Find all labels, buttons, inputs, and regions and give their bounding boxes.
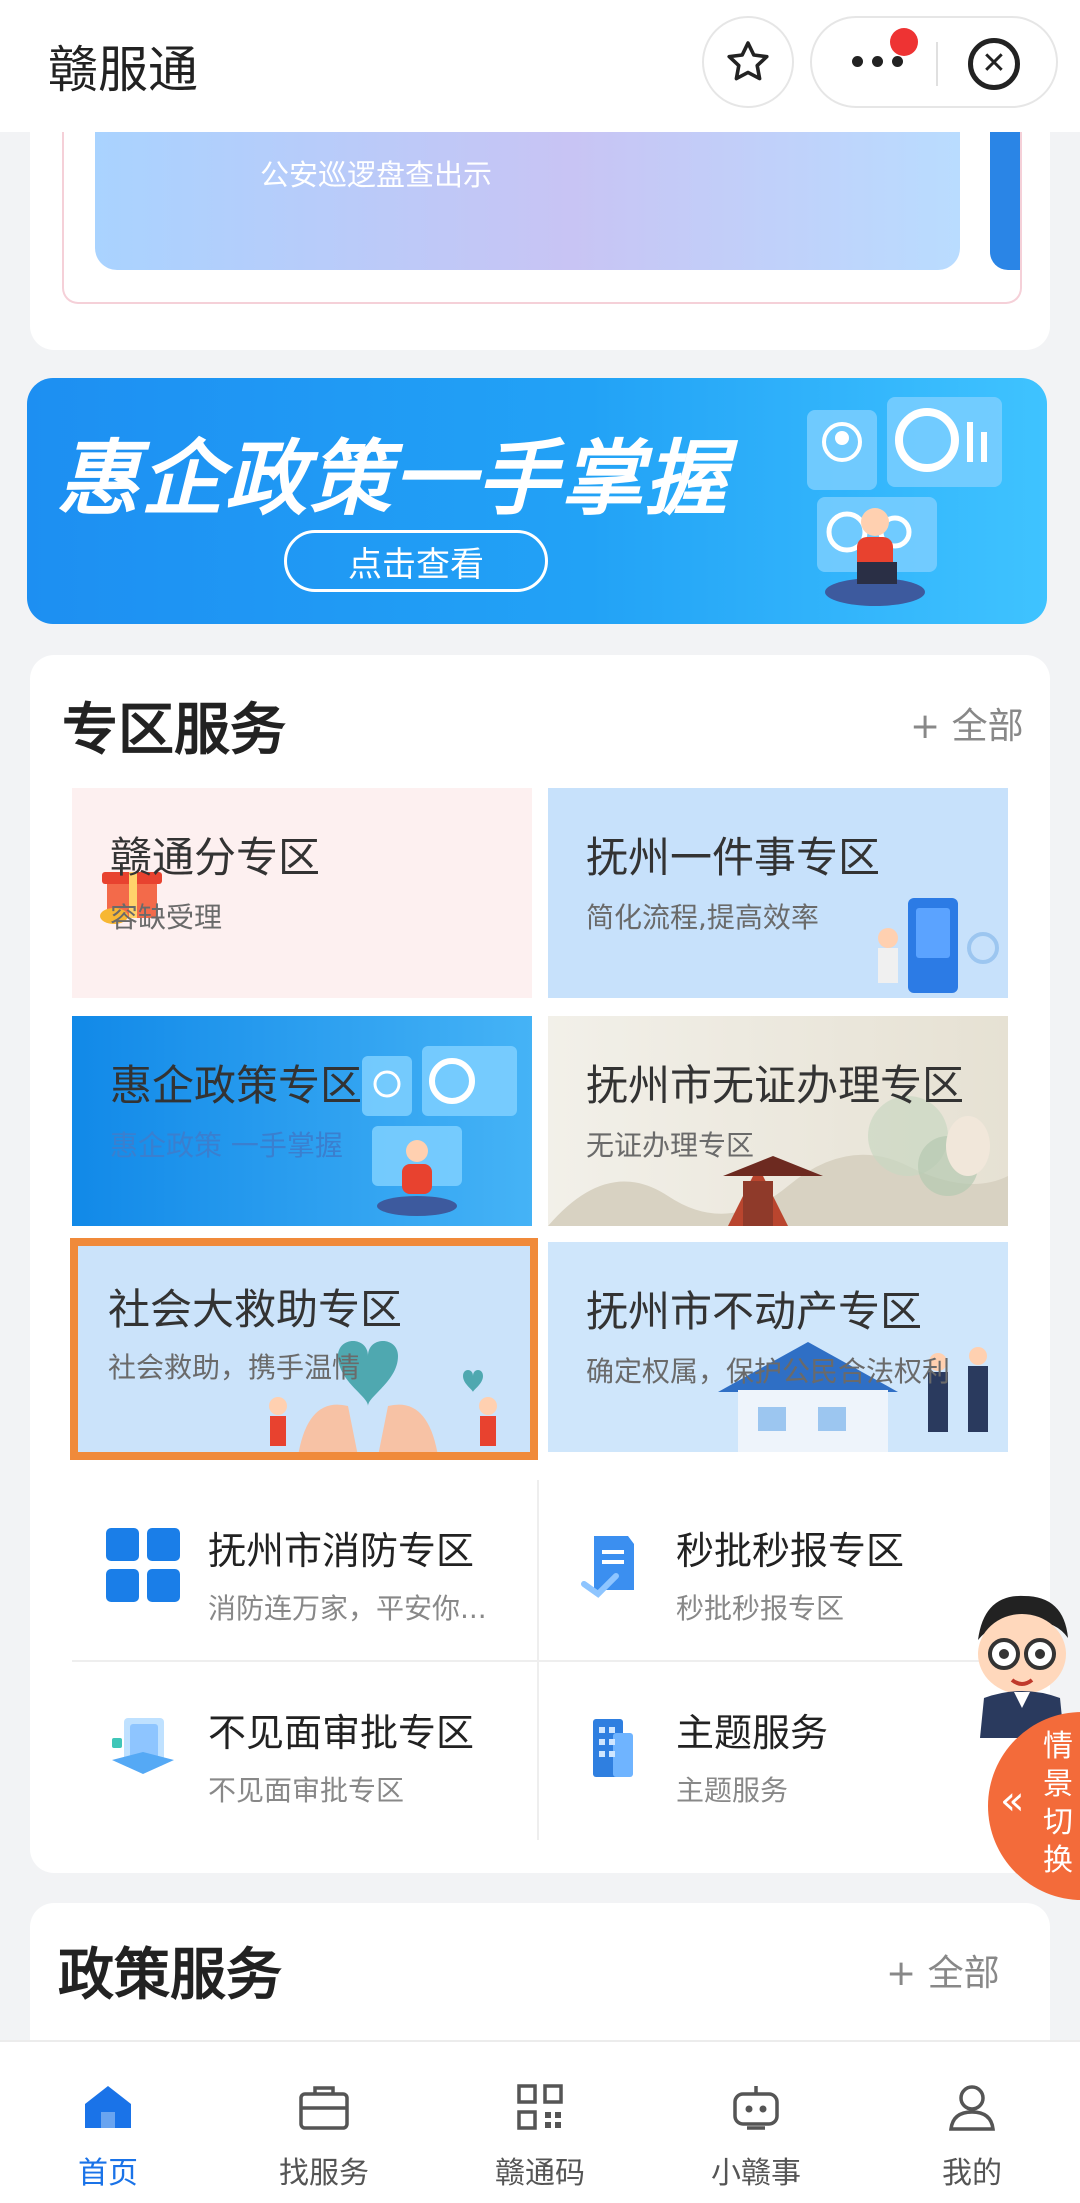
- tile-no-certificate[interactable]: 抚州市无证办理专区 无证办理专区: [548, 1016, 1008, 1226]
- policy-services-more[interactable]: + 全部: [886, 1944, 1000, 1996]
- tab-mine[interactable]: 我的: [864, 2042, 1080, 2203]
- list-item-instant-approval[interactable]: 秒批秒报专区 秒批秒报专区: [566, 1520, 904, 1627]
- app-title: 赣服通: [48, 41, 198, 99]
- list-item-title: 不见面审批专区: [208, 1711, 475, 1755]
- grid-icon: [98, 1520, 188, 1610]
- policy-services-title: 政策服务: [58, 1943, 282, 2008]
- list-item-theme-services[interactable]: 主题服务 主题服务: [566, 1702, 828, 1809]
- police-check-banner[interactable]: 公安巡逻盘查出示: [95, 132, 960, 270]
- tile-subtitle: 惠企政策 一手掌握: [110, 1129, 343, 1162]
- tile-fuzhou-one-thing[interactable]: 抚州一件事专区 简化流程,提高效率: [548, 788, 1008, 998]
- zone-services-more[interactable]: + 全部: [910, 697, 1024, 749]
- tab-gantong-code[interactable]: 赣通码: [432, 2042, 648, 2203]
- tile-real-estate[interactable]: 抚州市不动产专区 确定权属，保护公民合法权利: [548, 1242, 1008, 1452]
- tile-subtitle: 确定权属，保护公民合法权利: [586, 1355, 951, 1388]
- home-icon: [85, 2086, 131, 2128]
- promo-view-button[interactable]: 点击查看: [284, 530, 548, 592]
- double-chevron-left-icon: «: [1000, 1778, 1025, 1824]
- tile-subtitle: 社会救助，携手温情: [108, 1351, 361, 1384]
- police-check-text: 公安巡逻盘查出示: [260, 158, 493, 192]
- document-check-icon: [566, 1520, 656, 1610]
- tile-subtitle: 简化流程,提高效率: [586, 901, 819, 934]
- robot-icon: [733, 2086, 779, 2130]
- notification-dot: [890, 28, 918, 56]
- more-button[interactable]: [852, 56, 903, 67]
- zone-services-title: 专区服务: [62, 698, 286, 763]
- next-banner-peek[interactable]: [990, 132, 1020, 270]
- tile-title: 惠企政策专区: [110, 1061, 363, 1110]
- enterprise-illustration: [362, 1046, 517, 1216]
- tile-gantongfen[interactable]: 赣通分专区 容缺受理: [72, 788, 532, 998]
- tile-title: 抚州市不动产专区: [586, 1287, 923, 1336]
- list-item-subtitle: 秒批秒报专区: [676, 1592, 845, 1625]
- nav-label: 找服务: [279, 2156, 369, 2191]
- list-item-fire-safety[interactable]: 抚州市消防专区 消防连万家，平安你...: [98, 1520, 487, 1627]
- list-item-subtitle: 消防连万家，平安你...: [208, 1592, 487, 1625]
- tab-xiaoganshi[interactable]: 小赣事: [648, 2042, 864, 2203]
- promo-illustration: [807, 397, 1002, 606]
- nav-label: 首页: [78, 2156, 138, 2191]
- favorite-button[interactable]: [702, 16, 794, 108]
- mini-program-header: 赣服通 ✕: [0, 0, 1080, 132]
- tile-subtitle: 无证办理专区: [586, 1129, 755, 1162]
- briefcase-icon: [299, 2086, 349, 2130]
- nav-label: 赣通码: [495, 2156, 585, 2191]
- tile-social-assistance[interactable]: 社会大救助专区 社会救助，携手温情: [70, 1238, 538, 1460]
- capsule-menu: ✕: [810, 16, 1058, 108]
- tile-subtitle: 容缺受理: [110, 901, 223, 934]
- nav-label: 小赣事: [711, 2156, 801, 2191]
- promo-title: 惠企政策一手掌握: [57, 432, 729, 527]
- qr-code-icon: [517, 2084, 563, 2130]
- policy-promo-banner[interactable]: 惠企政策一手掌握 点击查看: [27, 378, 1047, 624]
- tab-home[interactable]: 首页: [0, 2042, 216, 2203]
- tile-title: 赣通分专区: [110, 833, 321, 882]
- close-button[interactable]: ✕: [968, 38, 1020, 90]
- stack-icon: [98, 1702, 188, 1792]
- nav-label: 我的: [942, 2156, 1002, 2191]
- phone-illustration: [878, 898, 999, 993]
- tile-enterprise-policy[interactable]: 惠企政策专区 惠企政策 一手掌握: [72, 1016, 532, 1226]
- user-icon: [949, 2085, 995, 2131]
- bottom-tab-bar: 首页 找服务 赣通码 小赣事 我的: [0, 2040, 1080, 2203]
- tile-title: 抚州一件事专区: [586, 833, 881, 882]
- list-item-remote-approval[interactable]: 不见面审批专区 不见面审批专区: [98, 1702, 474, 1809]
- tile-title: 抚州市无证办理专区: [586, 1061, 965, 1110]
- tab-find-service[interactable]: 找服务: [216, 2042, 432, 2203]
- close-icon: ✕: [981, 46, 1007, 81]
- building-icon: [566, 1702, 656, 1792]
- scene-switch-label: 情景切换: [1043, 1729, 1073, 1878]
- list-item-subtitle: 主题服务: [676, 1774, 789, 1807]
- list-item-subtitle: 不见面审批专区: [208, 1774, 405, 1807]
- list-item-title: 秒批秒报专区: [676, 1529, 905, 1573]
- tile-title: 社会大救助专区: [108, 1285, 403, 1334]
- list-item-title: 主题服务: [676, 1711, 829, 1755]
- star-icon: [727, 41, 769, 81]
- list-item-title: 抚州市消防专区: [208, 1529, 475, 1573]
